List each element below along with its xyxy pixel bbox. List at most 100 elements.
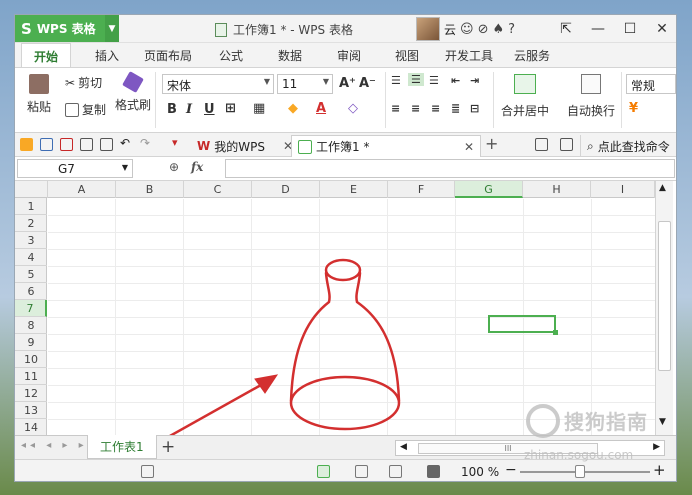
- tab-workbook1[interactable]: 工作簿1 * ✕: [291, 135, 481, 157]
- share-icon[interactable]: [560, 138, 573, 151]
- indent-decrease-icon[interactable]: ⇤: [451, 74, 460, 87]
- indent-increase-icon[interactable]: ⇥: [470, 74, 479, 87]
- border-icon[interactable]: ⊞: [225, 101, 236, 116]
- scroll-thumb[interactable]: III: [418, 443, 598, 454]
- align-left-icon[interactable]: ≡: [391, 102, 400, 115]
- minimize-icon[interactable]: —: [582, 15, 614, 42]
- doc-icon[interactable]: [535, 138, 548, 151]
- distribute-icon[interactable]: ⊟: [470, 102, 479, 115]
- search-icon: ⌕: [587, 138, 594, 153]
- scroll-right-icon[interactable]: ▶: [653, 442, 660, 452]
- close-icon[interactable]: ✕: [464, 140, 474, 154]
- scroll-down-icon[interactable]: ▼: [659, 417, 666, 427]
- add-sheet-icon[interactable]: +: [161, 437, 175, 457]
- restore-icon[interactable]: ⇱: [550, 15, 582, 42]
- justify-icon[interactable]: ≣: [451, 102, 460, 115]
- fill-pattern-icon[interactable]: ▦: [253, 101, 265, 116]
- scroll-left-icon[interactable]: ◀: [400, 442, 407, 452]
- chevron-down-icon[interactable]: ▼: [105, 15, 119, 42]
- sheet-nav-icon[interactable]: ◂◂ ◂ ▸ ▸▸: [21, 440, 97, 451]
- customize-icon[interactable]: ▾: [172, 136, 185, 149]
- zoom-level[interactable]: 100 %: [461, 465, 499, 479]
- vertical-scrollbar[interactable]: ▲ ▼: [655, 181, 673, 435]
- app-menu-button[interactable]: S WPS 表格 ▼: [15, 15, 119, 42]
- user-area[interactable]: 云 ☺ ⊘ ♠ ?: [416, 17, 515, 41]
- tab-insert[interactable]: 插入: [95, 47, 119, 64]
- formula-input[interactable]: [225, 159, 675, 178]
- clear-format-icon[interactable]: ◇: [348, 101, 358, 116]
- save-icon[interactable]: [40, 138, 53, 151]
- command-search[interactable]: ⌕ 点此查找命令: [580, 135, 676, 157]
- page-layout-view-icon[interactable]: [355, 465, 368, 478]
- italic-icon[interactable]: I: [186, 102, 192, 117]
- format-painter-button[interactable]: 格式刷: [115, 71, 151, 113]
- separator: [493, 72, 494, 128]
- page-break-view-icon[interactable]: [389, 465, 402, 478]
- fill-color-icon[interactable]: ◆: [288, 101, 298, 116]
- name-box[interactable]: G7 ▼: [17, 159, 133, 178]
- merge-center-button[interactable]: 合并居中: [501, 74, 549, 119]
- tab-data[interactable]: 数据: [278, 47, 302, 64]
- print-icon[interactable]: [80, 138, 93, 151]
- tab-cloud[interactable]: 云服务: [514, 47, 550, 64]
- tab-developer[interactable]: 开发工具: [445, 47, 493, 64]
- status-doc-icon[interactable]: [141, 465, 154, 478]
- scroll-thumb[interactable]: [658, 221, 671, 371]
- font-color-icon[interactable]: A: [316, 101, 326, 116]
- font-name-select[interactable]: 宋体 ▼: [162, 74, 274, 94]
- export-pdf-icon[interactable]: [60, 138, 73, 151]
- zoom-function-icon[interactable]: ⊕: [169, 160, 179, 174]
- align-bottom-icon[interactable]: ☰: [429, 74, 439, 87]
- currency-icon[interactable]: ¥: [629, 101, 638, 116]
- align-right-icon[interactable]: ≡: [431, 102, 440, 115]
- insert-function-icon[interactable]: fx: [191, 160, 203, 174]
- align-top-icon[interactable]: ☰: [391, 74, 401, 87]
- number-format-value: 常规: [631, 79, 656, 93]
- tab-home[interactable]: 开始: [21, 43, 72, 68]
- font-size-select[interactable]: 11 ▼: [277, 74, 333, 94]
- help-icon[interactable]: ?: [508, 22, 515, 37]
- zoom-slider[interactable]: [520, 471, 650, 473]
- tab-my-wps[interactable]: W 我的WPS ✕: [191, 135, 299, 157]
- tab-formulas[interactable]: 公式: [219, 47, 243, 64]
- bold-icon[interactable]: B: [167, 102, 177, 117]
- avatar[interactable]: [416, 17, 440, 41]
- align-center-icon[interactable]: ≡: [411, 102, 420, 115]
- redo-icon[interactable]: ↷: [140, 136, 153, 150]
- close-icon[interactable]: ✕: [646, 15, 676, 42]
- tab-review[interactable]: 审阅: [337, 47, 361, 64]
- zoom-slider-knob[interactable]: [575, 465, 585, 478]
- command-search-label: 点此查找命令: [597, 139, 670, 154]
- sheet-tab[interactable]: 工作表1: [87, 435, 157, 459]
- vase-base-shape: [289, 375, 401, 431]
- zoom-in-icon[interactable]: +: [653, 461, 666, 479]
- vase-drawing[interactable]: [15, 181, 655, 435]
- scroll-up-icon[interactable]: ▲: [659, 183, 666, 193]
- print-preview-icon[interactable]: [100, 138, 113, 151]
- chevron-down-icon: ▼: [121, 163, 128, 172]
- separator: [385, 72, 386, 128]
- normal-view-icon[interactable]: [317, 465, 330, 478]
- tab-view[interactable]: 视图: [395, 47, 419, 64]
- wrap-text-button[interactable]: 自动换行: [567, 74, 615, 119]
- cloud-sync-icon[interactable]: ⊘: [478, 22, 489, 37]
- undo-icon[interactable]: ↶: [120, 136, 133, 150]
- zoom-out-icon[interactable]: −: [505, 462, 517, 478]
- maximize-icon[interactable]: ☐: [614, 15, 646, 42]
- underline-icon[interactable]: U: [204, 102, 215, 117]
- cut-button[interactable]: ✂ 剪切: [65, 74, 102, 91]
- shirt-icon[interactable]: ♠: [492, 22, 504, 37]
- worksheet-grid[interactable]: A B C D E F G H I 1 2 3 4 5 6 7 8 9 10 1…: [15, 181, 676, 436]
- new-tab-icon[interactable]: +: [485, 134, 498, 153]
- open-icon[interactable]: [20, 138, 33, 151]
- decrease-font-icon[interactable]: A⁻: [359, 76, 376, 91]
- horizontal-scrollbar[interactable]: ◀ III ▶: [395, 440, 665, 456]
- skin-icon[interactable]: ☺: [460, 22, 474, 37]
- paste-button[interactable]: 粘贴: [27, 74, 51, 115]
- copy-button[interactable]: 复制: [65, 101, 106, 118]
- reading-mode-icon[interactable]: [427, 465, 440, 478]
- number-format-select[interactable]: 常规: [626, 74, 676, 94]
- increase-font-icon[interactable]: A⁺: [339, 76, 356, 91]
- tab-page-layout[interactable]: 页面布局: [144, 47, 192, 64]
- align-middle-icon[interactable]: ☰: [408, 73, 424, 86]
